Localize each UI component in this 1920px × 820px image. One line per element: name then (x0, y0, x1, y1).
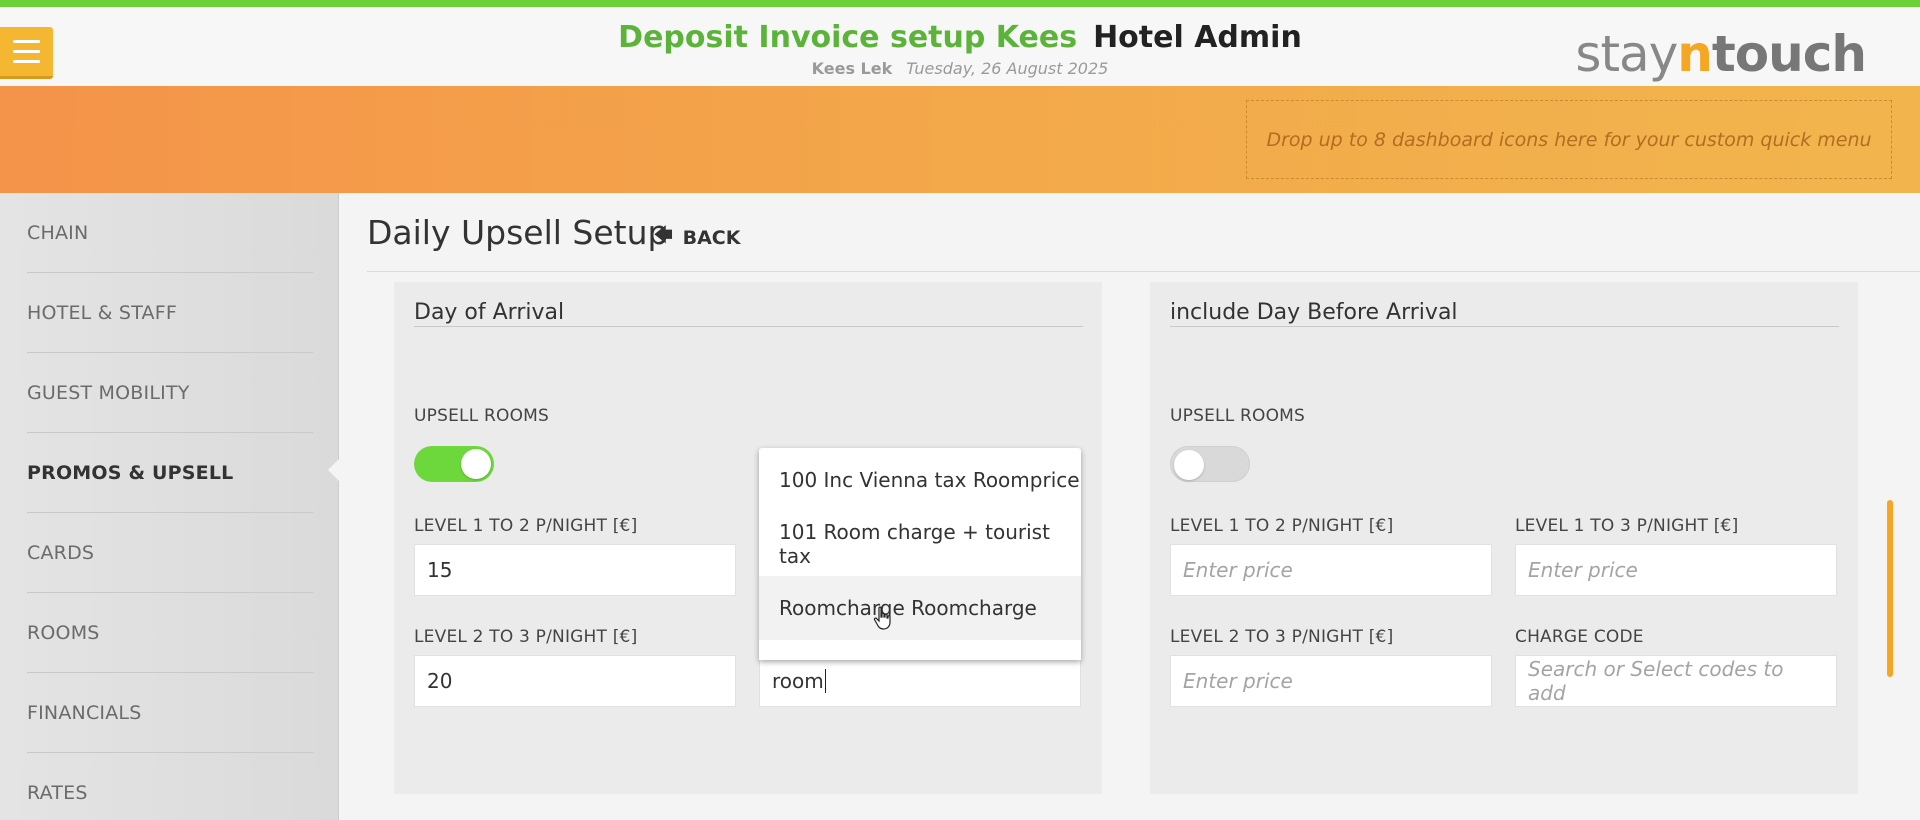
quick-menu-band: Drop up to 8 dashboard icons here for yo… (0, 86, 1920, 193)
level-2-3-label: LEVEL 2 TO 3 P/NIGHT [€] (414, 627, 638, 647)
back-label: BACK (682, 227, 741, 249)
sidebar-item-rates[interactable]: RATES (27, 753, 313, 820)
sidebar-item-rooms[interactable]: ROOMS (27, 593, 313, 673)
main-content: Daily Upsell Setup 🡄 BACK Day of Arrival … (339, 193, 1920, 820)
text-caret (824, 669, 826, 693)
level-2-3-price-input[interactable]: Enter price (1170, 655, 1492, 707)
back-arrow-icon: 🡄 (654, 225, 673, 246)
level-1-2-price-input[interactable]: Enter price (1170, 544, 1492, 596)
scrollbar-thumb[interactable] (1887, 500, 1893, 677)
panel-title: include Day Before Arrival (1170, 300, 1458, 325)
dropdown-option[interactable]: 100 Inc Vienna tax Roomprice (759, 448, 1081, 512)
upsell-rooms-toggle[interactable] (1170, 446, 1250, 482)
toggle-knob (1174, 450, 1204, 480)
toggle-knob (461, 449, 491, 479)
sidebar: CHAIN HOTEL & STAFF GUEST MOBILITY PROMO… (0, 193, 339, 820)
upsell-rooms-toggle[interactable] (414, 446, 494, 482)
charge-code-search-input[interactable]: Search or Select codes to add (1515, 655, 1837, 707)
quick-menu-dropzone[interactable]: Drop up to 8 dashboard icons here for yo… (1246, 100, 1892, 179)
upsell-rooms-label: UPSELL ROOMS (414, 406, 550, 426)
panel-divider (414, 326, 1083, 327)
hotel-name[interactable]: Deposit Invoice setup Kees (618, 20, 1077, 55)
sidebar-item-guest-mobility[interactable]: GUEST MOBILITY (27, 353, 313, 433)
sidebar-item-promos-upsell[interactable]: PROMOS & UPSELL (27, 433, 313, 513)
level-1-3-label: LEVEL 1 TO 3 P/NIGHT [€] (1515, 516, 1739, 536)
level-1-2-label: LEVEL 1 TO 2 P/NIGHT [€] (1170, 516, 1394, 536)
top-header: Deposit Invoice setup Kees Hotel Admin Ke… (0, 0, 1920, 86)
charge-code-search-input[interactable]: room (759, 655, 1081, 707)
level-1-2-price-input[interactable]: 15 (414, 544, 736, 596)
back-button[interactable]: 🡄 BACK (654, 223, 740, 253)
app-name: Hotel Admin (1093, 20, 1302, 55)
sidebar-item-chain[interactable]: CHAIN (27, 193, 313, 273)
hand-cursor-icon (873, 606, 891, 630)
dropdown-option[interactable]: 101 Room charge + tourist tax (759, 512, 1081, 576)
panel-divider (1170, 326, 1839, 327)
level-1-3-price-input[interactable]: Enter price (1515, 544, 1837, 596)
charge-code-label: CHARGE CODE (1515, 627, 1644, 647)
level-1-2-label: LEVEL 1 TO 2 P/NIGHT [€] (414, 516, 638, 536)
panel-title: Day of Arrival (414, 300, 565, 325)
page-title: Daily Upsell Setup (367, 213, 669, 252)
business-date: Tuesday, 26 August 2025 (906, 59, 1109, 78)
title-divider (367, 271, 1920, 272)
sidebar-item-financials[interactable]: FINANCIALS (27, 673, 313, 753)
dropdown-option-hovered[interactable]: Roomcharge Roomcharge (759, 576, 1081, 640)
level-2-3-price-input[interactable]: 20 (414, 655, 736, 707)
charge-code-dropdown: 100 Inc Vienna tax Roomprice 101 Room ch… (759, 448, 1081, 660)
level-2-3-label: LEVEL 2 TO 3 P/NIGHT [€] (1170, 627, 1394, 647)
stayntouch-logo: stayntouch (1575, 25, 1867, 83)
sidebar-item-hotel-staff[interactable]: HOTEL & STAFF (27, 273, 313, 353)
user-name: Kees Lek (811, 59, 893, 78)
sidebar-item-cards[interactable]: CARDS (27, 513, 313, 593)
day-before-arrival-panel: include Day Before Arrival UPSELL ROOMS … (1150, 282, 1858, 794)
upsell-rooms-label: UPSELL ROOMS (1170, 406, 1306, 426)
